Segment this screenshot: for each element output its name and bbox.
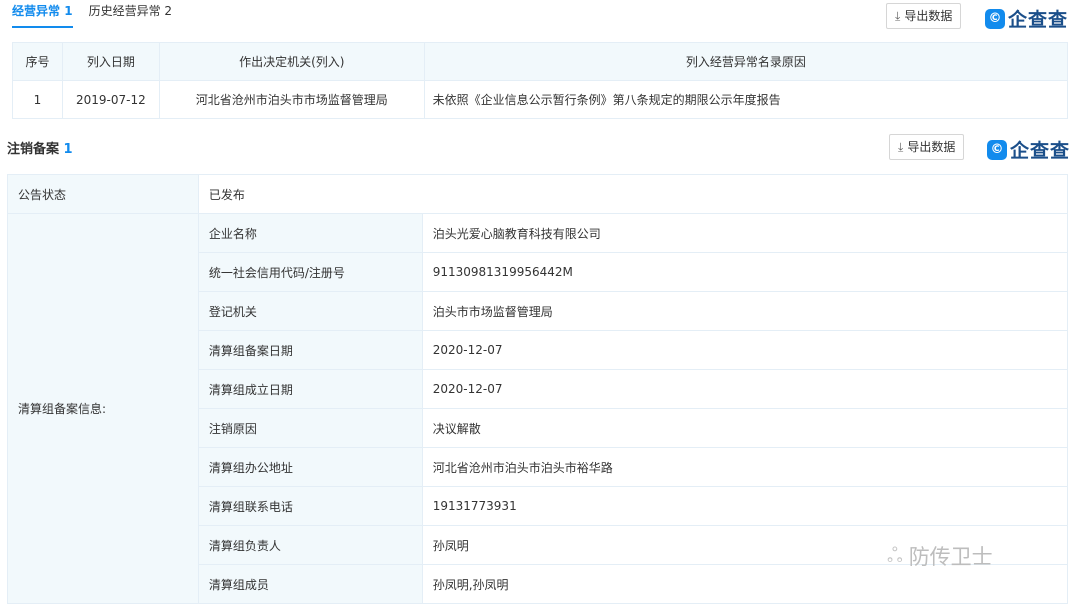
row-label: 清算组负责人 [198,526,422,565]
section-title-count: 1 [64,142,73,157]
row-value: 19131773931 [422,487,1067,526]
row-label: 登记机关 [198,292,422,331]
export-data-button-2[interactable]: ⤓ 导出数据 [889,134,964,160]
logo-text-2: 企查查 [1010,136,1070,163]
row-value: 决议解散 [422,409,1067,448]
row-label: 清算组成员 [198,565,422,604]
row-value: 河北省沧州市泊头市泊头市裕华路 [422,448,1067,487]
tab-abnormal-count: 1 [64,4,72,18]
row-label: 统一社会信用代码/注册号 [198,253,422,292]
tab-bar: 经营异常 1 历史经营异常 2 [12,0,188,30]
export-label-2: 导出数据 [907,135,955,159]
tab-history-count: 2 [164,4,172,18]
row-value: 泊头市市场监督管理局 [422,292,1067,331]
logo-text: 企查查 [1008,5,1068,32]
row-value: 泊头光爱心脑教育科技有限公司 [422,214,1067,253]
download-icon: ⤓ [895,4,900,28]
cell-reason: 未依照《企业信息公示暂行条例》第八条规定的期限公示年度报告 [424,81,1067,119]
col-header-date: 列入日期 [62,43,159,81]
row-label: 清算组成立日期 [198,370,422,409]
export-data-button[interactable]: ⤓ 导出数据 [886,3,961,29]
row-value: 2020-12-07 [422,331,1067,370]
table-row: 1 2019-07-12 河北省沧州市泊头市市场监督管理局 未依照《企业信息公示… [13,81,1068,119]
tab-history-abnormal[interactable]: 历史经营异常 2 [89,0,172,22]
col-header-authority: 作出决定机关(列入) [159,43,424,81]
row-value: 2020-12-07 [422,370,1067,409]
logo-mark-icon: © [985,9,1005,29]
download-icon: ⤓ [898,135,903,159]
col-header-index: 序号 [13,43,63,81]
cell-date: 2019-07-12 [62,81,159,119]
abnormal-table: 序号 列入日期 作出决定机关(列入) 列入经营异常名录原因 1 2019-07-… [12,42,1068,119]
qichacha-logo-2: © 企查查 [987,136,1070,163]
watermark-text: 防传卫士 [909,541,993,571]
section-title-label: 注销备案 [7,142,59,157]
table-header-row: 序号 列入日期 作出决定机关(列入) 列入经营异常名录原因 [13,43,1068,81]
group-label: 清算组备案信息: [8,214,199,604]
watermark: ஃ 防传卫士 [887,541,993,571]
tab-history-label: 历史经营异常 [89,4,161,18]
cell-authority: 河北省沧州市泊头市市场监督管理局 [159,81,424,119]
cancel-record-table: 公告状态 已发布 清算组备案信息: 企业名称 泊头光爱心脑教育科技有限公司 统一… [7,174,1068,604]
row-label: 企业名称 [198,214,422,253]
table-row: 公告状态 已发布 [8,175,1068,214]
tab-abnormal[interactable]: 经营异常 1 [12,0,73,22]
row-label: 清算组办公地址 [198,448,422,487]
table-row: 清算组备案信息: 企业名称 泊头光爱心脑教育科技有限公司 [8,214,1068,253]
row-label: 注销原因 [198,409,422,448]
status-label: 公告状态 [8,175,199,214]
cell-index: 1 [13,81,63,119]
col-header-reason: 列入经营异常名录原因 [424,43,1067,81]
export-label: 导出数据 [904,4,952,28]
row-label: 清算组联系电话 [198,487,422,526]
logo-mark-icon: © [987,140,1007,160]
status-value: 已发布 [198,175,1067,214]
tab-abnormal-label: 经营异常 [12,4,60,18]
section-title-cancel: 注销备案 1 [7,138,73,157]
wechat-icon: ஃ [887,543,903,570]
row-value: 91130981319956442M [422,253,1067,292]
qichacha-logo: © 企查查 [985,5,1068,32]
row-label: 清算组备案日期 [198,331,422,370]
